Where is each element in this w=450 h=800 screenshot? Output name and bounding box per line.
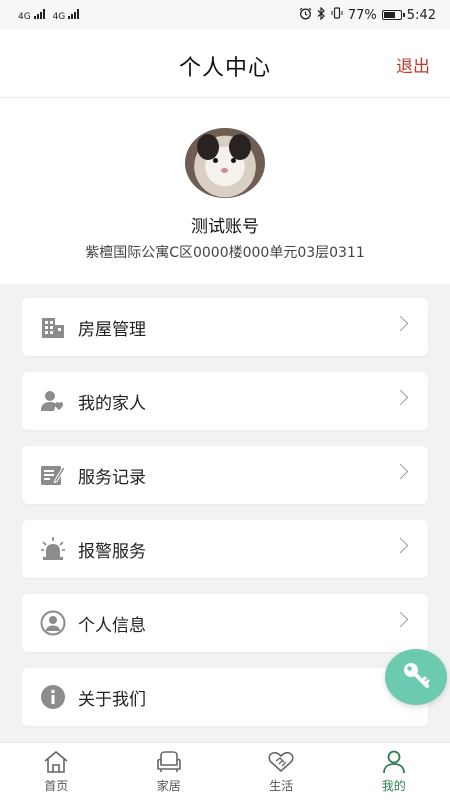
menu-item-house-management[interactable]: 房屋管理 <box>22 298 428 356</box>
sim2-network-label: 4G <box>52 11 66 22</box>
home-icon <box>43 750 69 774</box>
chevron-right-icon <box>392 611 409 628</box>
nav-label: 生活 <box>269 779 294 793</box>
key-icon <box>401 660 431 694</box>
profile-section: 测试账号 紫檀国际公寓C区0000楼000单元03层0311 <box>0 98 450 284</box>
chevron-right-icon <box>392 537 409 554</box>
family-icon <box>40 388 66 414</box>
bottom-nav: 首页 家居 生活 我的 <box>0 742 450 800</box>
logout-button[interactable]: 退出 <box>396 52 430 77</box>
vibrate-icon <box>331 7 343 23</box>
sofa-icon <box>156 750 182 774</box>
username: 测试账号 <box>191 217 259 237</box>
avatar-eye-left <box>213 158 218 163</box>
clock: 5:42 <box>406 7 436 23</box>
key-fab-button[interactable] <box>385 649 447 705</box>
nav-item-furnishing[interactable]: 家居 <box>113 743 226 800</box>
nav-label: 家居 <box>156 779 181 793</box>
signal-icon <box>68 8 80 19</box>
info-icon <box>40 684 66 710</box>
menu-label: 房屋管理 <box>78 320 146 340</box>
alarm-clock-icon <box>299 7 312 24</box>
nav-label: 我的 <box>381 779 406 793</box>
menu-item-personal-info[interactable]: 个人信息 <box>22 594 428 652</box>
battery-icon <box>381 10 405 20</box>
avatar-ear-right <box>229 134 251 160</box>
handshake-icon <box>268 750 294 774</box>
person-icon <box>381 750 407 774</box>
signal-group: 4G 4G <box>18 8 80 22</box>
menu-item-service-records[interactable]: 服务记录 <box>22 446 428 504</box>
avatar-ear-left <box>197 134 219 160</box>
menu-item-my-family[interactable]: 我的家人 <box>22 372 428 430</box>
nav-item-mine[interactable]: 我的 <box>338 743 450 800</box>
menu-item-alarm-service[interactable]: 报警服务 <box>22 520 428 578</box>
chevron-right-icon <box>392 315 409 332</box>
alarm-icon <box>40 536 66 562</box>
record-icon <box>40 462 66 488</box>
menu-label: 报警服务 <box>78 542 146 562</box>
menu-label: 服务记录 <box>78 468 146 488</box>
user-circle-icon <box>40 610 66 636</box>
sim1-network-label: 4G <box>18 11 31 22</box>
chevron-right-icon <box>392 389 409 406</box>
page-title: 个人中心 <box>178 56 271 81</box>
menu-label: 个人信息 <box>78 616 146 636</box>
sim2-signal: 4G <box>52 8 80 22</box>
nav-label: 首页 <box>44 779 69 793</box>
battery-percent: 77% <box>347 7 377 23</box>
menu-label: 我的家人 <box>78 394 146 414</box>
menu-label: 关于我们 <box>78 690 146 710</box>
status-right: 77% 5:42 <box>299 6 436 24</box>
nav-item-home[interactable]: 首页 <box>0 743 113 800</box>
avatar-nose <box>221 168 228 173</box>
status-bar: 4G 4G 77% 5:42 <box>0 0 450 30</box>
battery-level <box>383 12 396 18</box>
address: 紫檀国际公寓C区0000楼000单元03层0311 <box>85 245 365 261</box>
signal-icon <box>33 8 45 19</box>
chevron-right-icon <box>392 463 409 480</box>
avatar-eye-right <box>231 158 236 163</box>
bluetooth-icon <box>317 6 326 24</box>
nav-item-life[interactable]: 生活 <box>225 743 338 800</box>
menu-item-about-us[interactable]: 关于我们 <box>22 668 428 726</box>
avatar[interactable] <box>185 128 265 198</box>
sim1-signal: 4G <box>18 8 45 22</box>
building-icon <box>40 314 66 340</box>
app-header: 个人中心 退出 <box>0 30 450 98</box>
